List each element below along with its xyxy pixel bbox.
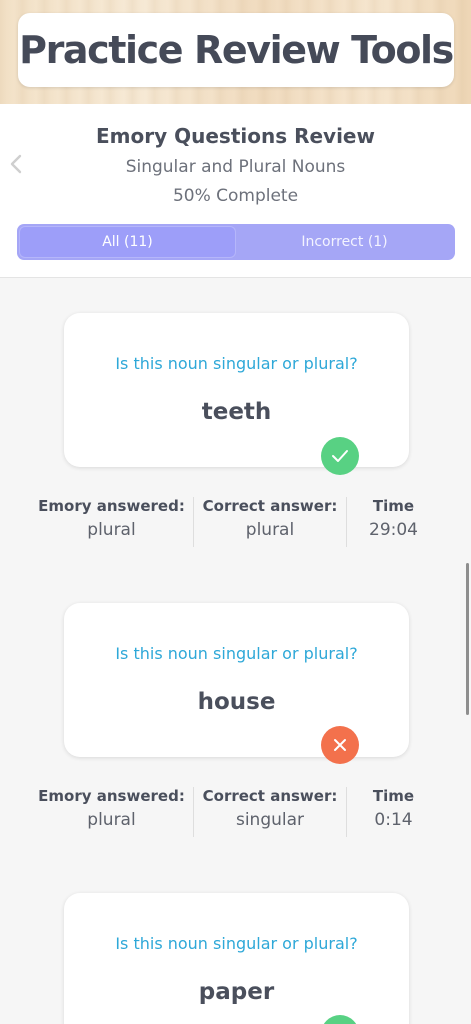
stat-value: plural — [87, 810, 136, 830]
question-word: teeth — [201, 399, 272, 425]
stat-value: singular — [235, 810, 305, 830]
tab-incorrect[interactable]: Incorrect (1) — [236, 226, 453, 258]
review-title: Emory Questions Review — [96, 124, 375, 148]
progress-text: 50% Complete — [172, 186, 299, 206]
stat-correct: Correct answer: singular — [193, 787, 346, 837]
question-prompt: Is this noun singular or plural? — [115, 644, 358, 663]
page-title: Practice Review Tools — [19, 28, 454, 72]
stat-answered: Emory answered: plural — [30, 497, 193, 547]
stat-label: Time — [372, 787, 415, 805]
stat-time: Time 0:14 — [346, 787, 440, 837]
question-card[interactable]: Is this noun singular or plural? house — [64, 603, 409, 757]
scrollbar[interactable] — [466, 563, 469, 715]
stat-value: plural — [87, 520, 136, 540]
question-card[interactable]: Is this noun singular or plural? paper — [64, 893, 409, 1024]
question-card[interactable]: Is this noun singular or plural? teeth — [64, 313, 409, 467]
stat-value: 29:04 — [369, 520, 418, 540]
stat-time: Time 29:04 — [346, 497, 440, 547]
question-prompt: Is this noun singular or plural? — [115, 354, 358, 373]
review-header: Emory Questions Review Singular and Plur… — [0, 104, 471, 278]
filter-tabs: All (11) Incorrect (1) — [17, 224, 455, 260]
review-subtitle: Singular and Plural Nouns — [125, 157, 346, 177]
question-word: paper — [198, 979, 275, 1005]
banner-title-box: Practice Review Tools — [18, 13, 454, 87]
stat-label: Time — [372, 497, 415, 515]
tab-all[interactable]: All (11) — [19, 226, 236, 258]
stat-value: 0:14 — [374, 810, 413, 830]
stat-answered: Emory answered: plural — [30, 787, 193, 837]
answer-stats: Emory answered: plural Correct answer: s… — [30, 787, 440, 837]
header-banner: Practice Review Tools — [0, 0, 471, 104]
stat-label: Correct answer: — [202, 497, 338, 515]
correct-check-icon — [321, 437, 359, 475]
stat-value: plural — [245, 520, 295, 540]
question-prompt: Is this noun singular or plural? — [115, 934, 358, 953]
answer-stats: Emory answered: plural Correct answer: p… — [30, 497, 440, 547]
incorrect-x-icon — [321, 726, 359, 764]
stat-label: Emory answered: — [38, 787, 185, 805]
stat-label: Emory answered: — [38, 497, 185, 515]
stat-label: Correct answer: — [202, 787, 338, 805]
stat-correct: Correct answer: plural — [193, 497, 346, 547]
question-word: house — [197, 689, 276, 715]
question-list[interactable]: Is this noun singular or plural? teeth E… — [0, 279, 471, 1024]
